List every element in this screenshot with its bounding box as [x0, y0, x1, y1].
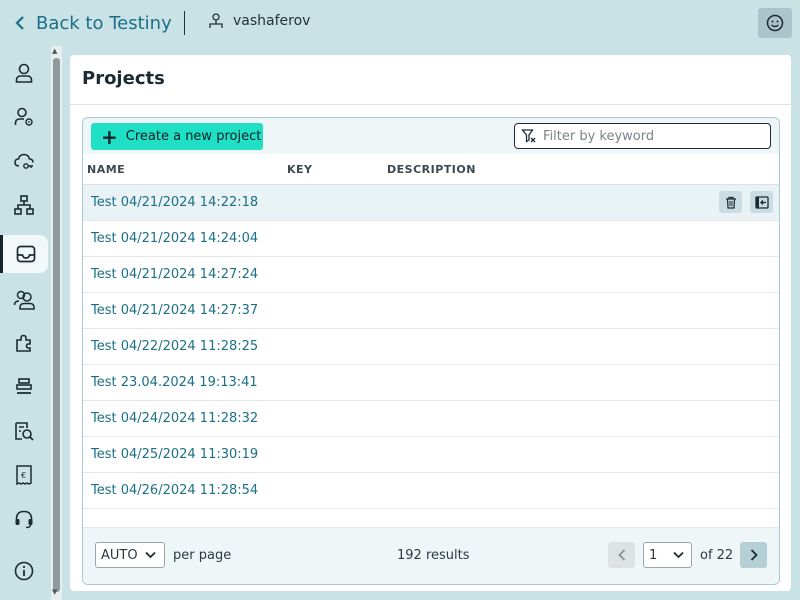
username: vashaferov [233, 13, 311, 29]
scrollbar-thumb[interactable] [53, 58, 60, 592]
page-title: Projects [82, 68, 165, 89]
profile-button[interactable] [758, 8, 792, 38]
filter-icon [521, 129, 536, 143]
open-project-button[interactable] [750, 191, 773, 213]
sidebar-item-apps[interactable] [0, 324, 48, 362]
sidebar-item-projects[interactable] [0, 235, 48, 273]
scroll-up-arrow[interactable]: ▲ [52, 47, 57, 55]
project-name-link[interactable]: Test 04/26/2024 11:28:54 [91, 483, 258, 498]
table-row[interactable]: Test 04/25/2024 11:30:19 [83, 437, 779, 473]
current-page: 1 [649, 547, 658, 563]
project-name-link[interactable]: Test 04/22/2024 11:28:25 [91, 339, 258, 354]
per-page-label: per page [173, 548, 232, 563]
project-name-link[interactable]: Test 23.04.2024 19:13:41 [91, 375, 258, 390]
inbox-icon [16, 245, 35, 263]
table-row[interactable]: Test 04/26/2024 11:28:54 [83, 473, 779, 509]
title-divider [70, 104, 791, 105]
project-name-link[interactable]: Test 04/21/2024 14:27:37 [91, 303, 258, 318]
hierarchy-icon [14, 195, 34, 215]
table-row[interactable]: Test 04/21/2024 14:27:24 [83, 257, 779, 293]
projects-panel: + Create a new project NAME KEY DESCRIPT… [82, 117, 780, 585]
column-header-key[interactable]: KEY [287, 163, 313, 176]
sidebar-item-account[interactable] [0, 54, 48, 92]
chevron-left-icon [617, 549, 625, 561]
users-group-icon [13, 290, 35, 310]
trash-icon [725, 196, 736, 209]
per-page-value: AUTO [101, 547, 138, 563]
table-row[interactable] [83, 509, 779, 528]
column-header-description[interactable]: DESCRIPTION [387, 163, 476, 176]
sidebar: € [0, 46, 50, 600]
table-row[interactable]: Test 04/22/2024 11:28:25 [83, 329, 779, 365]
column-header-name[interactable]: NAME [87, 163, 125, 176]
chevron-right-icon [750, 549, 758, 561]
table-row[interactable]: Test 04/21/2024 14:27:37 [83, 293, 779, 329]
per-page-select[interactable]: AUTO [95, 542, 165, 568]
sidebar-item-audit[interactable] [0, 412, 48, 450]
user-network-icon [209, 13, 223, 28]
enter-project-icon [754, 195, 769, 209]
sidebar-item-organization[interactable] [0, 186, 48, 224]
sidebar-item-info[interactable] [0, 552, 48, 590]
user-icon [15, 63, 33, 83]
plus-icon: + [101, 124, 118, 149]
table-row[interactable]: Test 23.04.2024 19:13:41 [83, 365, 779, 401]
user-settings-icon [14, 107, 33, 126]
chevron-down-icon [673, 551, 684, 559]
next-page-button[interactable] [740, 542, 767, 568]
user-info: vashaferov [208, 13, 310, 29]
cloud-key-icon [14, 153, 34, 169]
info-icon [14, 561, 34, 581]
sidebar-item-layers[interactable] [0, 368, 48, 406]
sidebar-item-billing[interactable]: € [0, 456, 48, 494]
sidebar-item-support[interactable] [0, 500, 48, 538]
row-actions [719, 191, 773, 213]
project-name-link[interactable]: Test 04/24/2024 11:28:32 [91, 411, 258, 426]
puzzle-icon [16, 334, 31, 352]
header-divider [184, 11, 185, 35]
filter-box[interactable] [514, 123, 771, 149]
sidebar-item-users[interactable] [0, 280, 48, 318]
stack-icon [16, 378, 32, 394]
table-row[interactable]: Test 04/21/2024 14:22:18 [83, 185, 779, 221]
chevron-left-icon [15, 16, 24, 30]
back-to-testiny-link[interactable]: Back to Testiny [12, 10, 172, 36]
create-project-button[interactable]: + Create a new project [91, 123, 263, 150]
previous-page-button[interactable] [608, 542, 635, 568]
delete-project-button[interactable] [719, 191, 742, 213]
table-row[interactable]: Test 04/21/2024 14:24:04 [83, 221, 779, 257]
pagination-bar: AUTO per page 192 results 1 of 22 [83, 528, 779, 584]
page-total: of 22 [700, 548, 734, 563]
headset-icon [15, 510, 33, 529]
results-count: 192 results [397, 548, 470, 563]
chevron-down-icon [145, 551, 156, 559]
search-report-icon [15, 422, 34, 441]
sidebar-item-user-settings[interactable] [0, 98, 48, 136]
projects-card: Projects + Create a new project NAME KEY… [70, 55, 791, 591]
create-project-label: Create a new project [125, 129, 262, 144]
top-bar: Back to Testiny vashaferov [0, 0, 800, 46]
project-name-link[interactable]: Test 04/21/2024 14:27:24 [91, 267, 258, 282]
scroll-down-arrow[interactable]: ▼ [52, 588, 57, 596]
filter-input[interactable] [543, 128, 763, 144]
table-header: NAME KEY DESCRIPTION [83, 154, 779, 185]
project-name-link[interactable]: Test 04/25/2024 11:30:19 [91, 447, 258, 462]
project-name-link[interactable]: Test 04/21/2024 14:22:18 [91, 195, 258, 210]
svg-text:€: € [21, 471, 26, 480]
invoice-icon: € [16, 465, 32, 486]
table-row[interactable]: Test 04/24/2024 11:28:32 [83, 401, 779, 437]
sidebar-item-integrations[interactable] [0, 142, 48, 180]
smiley-icon [766, 14, 784, 32]
back-link-label: Back to Testiny [36, 12, 172, 34]
page-number-select[interactable]: 1 [643, 542, 692, 568]
project-name-link[interactable]: Test 04/21/2024 14:24:04 [91, 231, 258, 246]
